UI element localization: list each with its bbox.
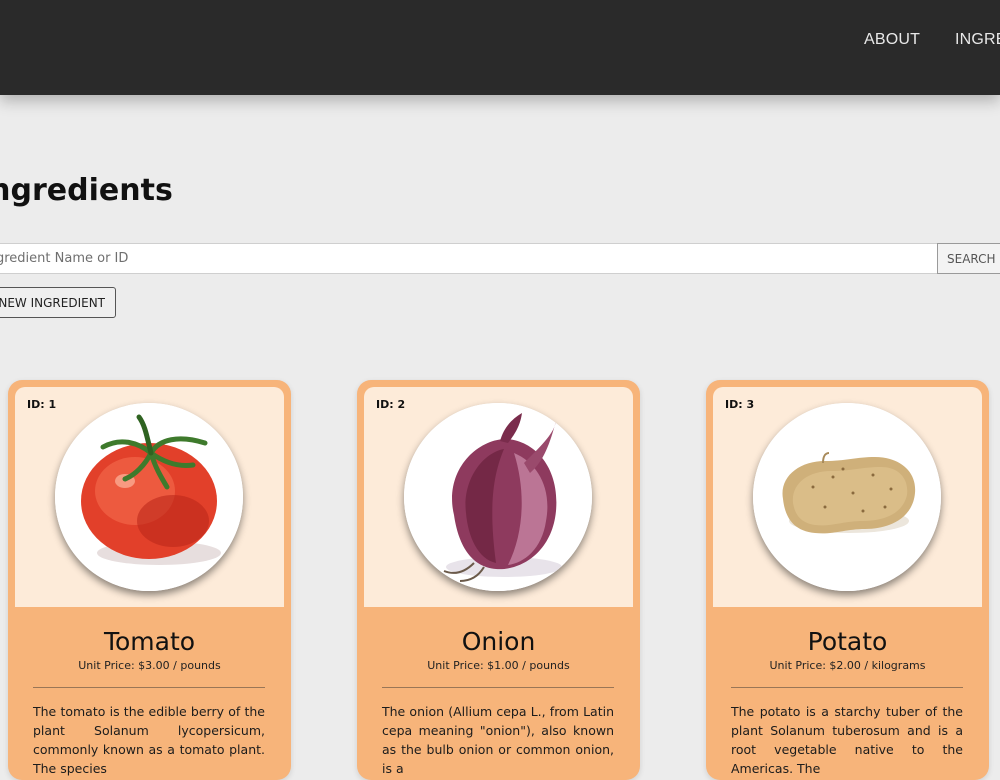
new-ingredient-button[interactable]: NEW INGREDIENT bbox=[0, 287, 116, 318]
card-id: ID: 2 bbox=[376, 398, 406, 411]
top-navbar: ABOUT INGRE bbox=[0, 0, 1000, 95]
page-title: Ingredients bbox=[0, 173, 173, 208]
card-description: The onion (Allium cepa L., from Latin ce… bbox=[382, 704, 614, 776]
ingredient-card[interactable]: ID: 3 Potato Unit Price: $2.00 / kilogra… bbox=[706, 380, 989, 780]
card-divider bbox=[382, 687, 614, 688]
card-image-area: ID: 3 bbox=[713, 387, 982, 607]
search-input[interactable] bbox=[0, 243, 938, 274]
card-price: Unit Price: $1.00 / pounds bbox=[427, 659, 570, 672]
nav-link-about[interactable]: ABOUT bbox=[864, 31, 920, 49]
search-button[interactable]: SEARCH🔍︎ bbox=[937, 243, 1000, 274]
ingredient-card[interactable]: ID: 2 Onion Unit Price: $1.00 / pounds T… bbox=[357, 380, 640, 780]
card-price: Unit Price: $2.00 / kilograms bbox=[769, 659, 926, 672]
card-divider bbox=[33, 687, 265, 688]
card-name: Onion bbox=[461, 627, 536, 656]
card-description: The potato is a starchy tuber of the pla… bbox=[731, 704, 963, 776]
onion-image bbox=[404, 403, 592, 591]
card-name: Potato bbox=[807, 627, 888, 656]
card-name: Tomato bbox=[103, 627, 196, 656]
ingredient-card[interactable]: ID: 1 Tomato Unit Price: $3.00 / pounds … bbox=[8, 380, 291, 780]
card-divider bbox=[731, 687, 963, 688]
card-image-area: ID: 1 bbox=[15, 387, 284, 607]
card-price: Unit Price: $3.00 / pounds bbox=[78, 659, 221, 672]
potato-image bbox=[753, 403, 941, 591]
search-button-label: SEARCH bbox=[947, 251, 996, 266]
card-description: The tomato is the edible berry of the pl… bbox=[33, 704, 265, 776]
card-id: ID: 3 bbox=[725, 398, 755, 411]
card-image-area: ID: 2 bbox=[364, 387, 633, 607]
card-id: ID: 1 bbox=[27, 398, 57, 411]
tomato-image bbox=[55, 403, 243, 591]
nav-link-ingredients[interactable]: INGRE bbox=[955, 31, 1000, 49]
